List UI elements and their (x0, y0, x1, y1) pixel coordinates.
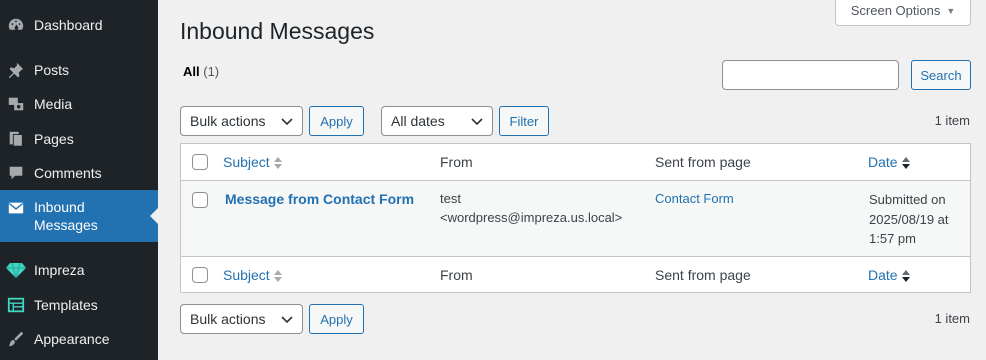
sidebar-item-label: Appearance (34, 331, 110, 347)
items-count-bottom: 1 item (934, 311, 970, 326)
sidebar-item-impreza[interactable]: Impreza (0, 259, 158, 281)
view-all-label: All (183, 64, 200, 79)
screen-options-button[interactable]: Screen Options ▼ (835, 0, 971, 26)
column-from-footer: From (440, 267, 473, 283)
templates-icon (6, 295, 26, 315)
sidebar-item-templates[interactable]: Templates (0, 294, 158, 316)
search-input[interactable] (722, 60, 899, 90)
column-subject-label: Subject (223, 267, 270, 283)
apply-button-bottom[interactable]: Apply (309, 304, 364, 334)
messages-table: Subject From Sent from page Date Message… (180, 143, 971, 293)
search-button[interactable]: Search (911, 60, 971, 90)
column-subject-header[interactable]: Subject (223, 152, 283, 172)
items-count-top: 1 item (934, 113, 970, 128)
sort-icon (273, 270, 282, 283)
bulk-actions-select-bottom[interactable]: Bulk actions (180, 304, 303, 334)
caret-down-icon: ▼ (946, 5, 956, 16)
sidebar-item-label: Inbound Messages (34, 199, 98, 233)
column-sent-from-header: Sent from page (655, 154, 751, 170)
sidebar-item-label: Pages (34, 131, 74, 147)
page-title: Inbound Messages (180, 18, 375, 44)
bulk-actions-value: Bulk actions (190, 311, 266, 327)
column-subject-footer[interactable]: Subject (223, 265, 283, 285)
sort-desc-icon (901, 270, 910, 283)
column-subject-label: Subject (223, 154, 270, 170)
sidebar-item-dashboard[interactable]: Dashboard (0, 14, 158, 36)
apply-button-top[interactable]: Apply (309, 106, 364, 136)
sidebar-item-inbound-messages[interactable]: Inbound Messages (0, 190, 158, 242)
message-subject-link[interactable]: Message from Contact Form (225, 189, 414, 209)
sidebar-item-label: Comments (34, 165, 102, 181)
bulk-actions-select-top[interactable]: Bulk actions (180, 106, 303, 136)
chevron-down-icon (281, 118, 293, 126)
column-date-label: Date (868, 154, 898, 170)
sidebar-item-label: Templates (34, 297, 98, 313)
select-all-checkbox[interactable] (192, 154, 208, 170)
sidebar-item-label: Dashboard (34, 17, 103, 33)
view-filter-all[interactable]: All (1) (183, 64, 219, 79)
sidebar-item-label: Media (34, 96, 73, 112)
column-sent-from-footer: Sent from page (655, 267, 751, 283)
admin-sidebar: Dashboard Posts Media Pages Comments Inb… (0, 0, 158, 360)
sidebar-item-appearance[interactable]: Appearance (0, 328, 158, 350)
column-date-footer[interactable]: Date (868, 265, 911, 285)
column-date-label: Date (868, 267, 898, 283)
filter-button[interactable]: Filter (499, 106, 549, 136)
sidebar-item-label: Posts (34, 62, 70, 78)
row-checkbox[interactable] (192, 192, 208, 208)
diamond-icon (6, 260, 26, 280)
envelope-icon (6, 198, 26, 218)
sent-from-page-link[interactable]: Contact Form (655, 189, 734, 208)
screen-options-label: Screen Options (850, 3, 941, 18)
media-icon (6, 94, 26, 114)
sidebar-item-pages[interactable]: Pages (0, 128, 158, 150)
sort-desc-icon (901, 157, 910, 170)
sidebar-item-posts[interactable]: Posts (0, 59, 158, 81)
sidebar-item-comments[interactable]: Comments (0, 162, 158, 184)
message-from: test <wordpress@impreza.us.local> (440, 191, 623, 225)
date-filter-value: All dates (391, 113, 445, 129)
table-header-row: Subject From Sent from page Date (181, 144, 970, 181)
pages-icon (6, 129, 26, 149)
comments-icon (6, 163, 26, 183)
column-date-header[interactable]: Date (868, 152, 911, 172)
chevron-down-icon (281, 316, 293, 324)
sort-icon (273, 157, 282, 170)
date-filter-select[interactable]: All dates (381, 106, 493, 136)
select-all-checkbox-bottom[interactable] (192, 267, 208, 283)
message-date: Submitted on 2025/08/19 at 1:57 pm (869, 192, 949, 246)
sidebar-item-media[interactable]: Media (0, 93, 158, 115)
brush-icon (6, 329, 26, 349)
sidebar-item-label: Impreza (34, 262, 85, 278)
column-from-header: From (440, 154, 473, 170)
bulk-actions-value: Bulk actions (190, 113, 266, 129)
view-all-count: (1) (203, 64, 220, 79)
chevron-down-icon (471, 118, 483, 126)
table-footer-row: Subject From Sent from page Date (181, 256, 970, 293)
table-row: Message from Contact Form test <wordpres… (181, 181, 970, 256)
pin-icon (6, 60, 26, 80)
dashboard-icon (6, 15, 26, 35)
